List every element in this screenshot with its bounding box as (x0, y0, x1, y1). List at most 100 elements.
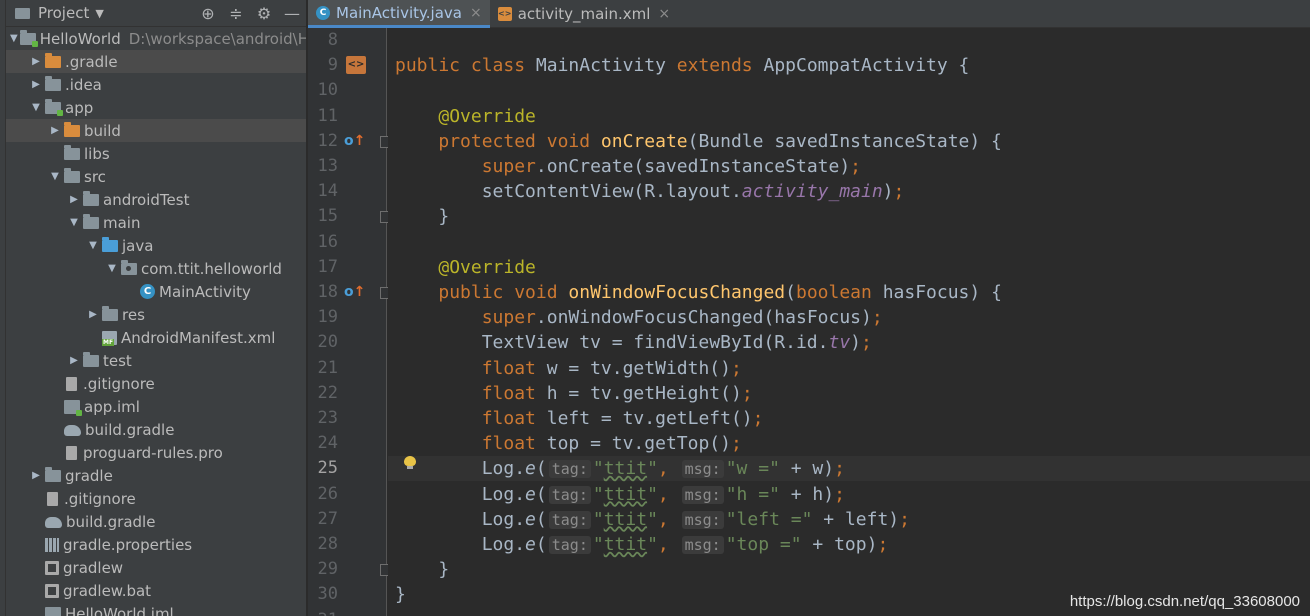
editor-tab-label: activity_main.xml (517, 5, 651, 23)
chevron-down-icon[interactable]: ▼ (10, 33, 18, 44)
chevron-right-icon[interactable]: ▶ (29, 470, 43, 481)
file-icon (66, 376, 77, 391)
code-line[interactable]: Log.e(tag: "ttit", msg: "left =" + left); (388, 507, 1310, 532)
code-line[interactable]: float w = tv.getWidth(); (388, 356, 1310, 381)
tree-item[interactable]: gradlew.bat (6, 579, 306, 602)
code-line[interactable] (388, 78, 1310, 103)
code-line[interactable]: float top = tv.getTop(); (388, 431, 1310, 456)
tree-item[interactable]: ▼ src (6, 165, 306, 188)
code-line[interactable]: Log.e(tag: "ttit", msg: "h =" + h); (388, 482, 1310, 507)
tree-item[interactable]: ▶ gradle (6, 464, 306, 487)
override-marker-icon[interactable]: o↑ (344, 283, 366, 301)
code-line[interactable]: public class MainActivity extends AppCom… (388, 53, 1310, 78)
tree-item[interactable]: ▶ test (6, 349, 306, 372)
tree-item[interactable]: ▶ androidTest (6, 188, 306, 211)
line-number: 28 (317, 534, 338, 554)
code-line[interactable]: protected void onCreate(Bundle savedInst… (388, 129, 1310, 154)
code-line[interactable]: float h = tv.getHeight(); (388, 381, 1310, 406)
project-panel-title[interactable]: Project (38, 4, 89, 22)
close-icon[interactable]: × (470, 5, 482, 21)
class-icon: C (140, 284, 155, 299)
tree-item-label: AndroidManifest.xml (121, 328, 276, 347)
folder-icon (45, 75, 61, 91)
lightbulb-icon[interactable] (404, 456, 416, 470)
tree-item[interactable]: ▶ build (6, 119, 306, 142)
code-line[interactable]: Log.e(tag: "ttit", msg: "top =" + top); (388, 532, 1310, 557)
tree-item-label: main (103, 213, 141, 232)
chevron-down-icon[interactable]: ▼ (95, 7, 103, 20)
line-number: 17 (317, 256, 338, 277)
tree-item[interactable]: gradle.properties (6, 533, 306, 556)
chevron-right-icon[interactable]: ▶ (67, 194, 81, 205)
tree-item[interactable]: ▼ main (6, 211, 306, 234)
editor-tab[interactable]: <> activity_main.xml × (490, 0, 678, 28)
code-line[interactable]: public void onWindowFocusChanged(boolean… (388, 280, 1310, 305)
code-line[interactable]: super.onWindowFocusChanged(hasFocus); (388, 305, 1310, 330)
minimize-icon[interactable]: — (278, 4, 306, 23)
chevron-down-icon[interactable]: ▼ (86, 240, 100, 251)
chevron-down-icon[interactable]: ▼ (29, 102, 43, 113)
target-icon[interactable]: ⊕ (194, 4, 222, 23)
tree-item-label: libs (84, 144, 110, 163)
code-line[interactable]: super.onCreate(savedInstanceState); (388, 154, 1310, 179)
chevron-right-icon[interactable]: ▶ (29, 79, 43, 90)
chevron-right-icon[interactable]: ▶ (67, 355, 81, 366)
line-number: 8 (327, 30, 338, 50)
code-line[interactable]: } (388, 557, 1310, 582)
tree-item[interactable]: .gitignore (6, 372, 306, 395)
code-line[interactable]: @Override (388, 104, 1310, 129)
tree-item-label: gradle.properties (63, 535, 193, 554)
tree-item[interactable]: ▶ res (6, 303, 306, 326)
line-number: 30 (317, 584, 338, 605)
editor-tab[interactable]: C MainActivity.java × (308, 0, 490, 28)
code-editor[interactable]: public class MainActivity extends AppCom… (388, 28, 1310, 616)
line-number: 18 (317, 282, 338, 302)
override-marker-icon[interactable]: o↑ (344, 132, 366, 150)
chevron-down-icon[interactable]: ▼ (48, 171, 62, 182)
folder-icon (83, 213, 99, 229)
code-line[interactable]: Log.e(tag: "ttit", msg: "w =" + w); (388, 456, 1310, 482)
tree-item[interactable]: ▼ java (6, 234, 306, 257)
tree-item[interactable]: ▶ .gradle (6, 50, 306, 73)
tree-item[interactable]: ▼ HelloWorld D:\workspace\android\He (6, 27, 306, 50)
gear-icon[interactable]: ⚙ (250, 4, 278, 23)
tree-item[interactable]: C MainActivity (6, 280, 306, 303)
iml-icon (64, 399, 82, 416)
close-icon[interactable]: × (658, 6, 670, 22)
folder-icon (64, 167, 80, 183)
tree-item[interactable]: ▶ .idea (6, 73, 306, 96)
code-line[interactable]: setContentView(R.layout.activity_main); (388, 179, 1310, 204)
tree-item[interactable]: ▼ app (6, 96, 306, 119)
collapse-icon[interactable]: ≑ (222, 4, 250, 23)
tree-item-label: res (122, 305, 145, 324)
tree-item[interactable]: gradlew (6, 556, 306, 579)
package-icon (121, 259, 137, 275)
tree-item[interactable]: build.gradle (6, 510, 306, 533)
tree-item-label: .gitignore (83, 374, 155, 393)
module-folder-icon (19, 29, 38, 47)
tree-item[interactable]: proguard-rules.pro (6, 441, 306, 464)
tree-item[interactable]: build.gradle (6, 418, 306, 441)
tree-item[interactable]: AndroidManifest.xml (6, 326, 306, 349)
code-line[interactable] (388, 28, 1310, 53)
line-number: 14 (317, 181, 338, 202)
tree-item-label: androidTest (103, 190, 190, 209)
chevron-down-icon[interactable]: ▼ (67, 217, 81, 228)
chevron-down-icon[interactable]: ▼ (105, 263, 119, 274)
tree-item[interactable]: app.iml (6, 395, 306, 418)
tree-item[interactable]: .gitignore (6, 487, 306, 510)
chevron-right-icon[interactable]: ▶ (48, 125, 62, 136)
code-line[interactable]: TextView tv = findViewById(R.id.tv); (388, 330, 1310, 355)
chevron-right-icon[interactable]: ▶ (29, 56, 43, 67)
related-xml-icon[interactable]: <> (346, 56, 366, 75)
code-line[interactable]: float left = tv.getLeft(); (388, 406, 1310, 431)
chevron-right-icon[interactable]: ▶ (86, 309, 100, 320)
tree-item[interactable]: libs (6, 142, 306, 165)
tree-item[interactable]: HelloWorld.iml (6, 602, 306, 616)
tree-item[interactable]: ▼ com.ttit.helloworld (6, 257, 306, 280)
code-line[interactable]: @Override (388, 255, 1310, 280)
folder-icon (64, 144, 80, 160)
line-number: 13 (317, 156, 338, 176)
code-line[interactable]: } (388, 204, 1310, 229)
code-line[interactable] (388, 230, 1310, 255)
